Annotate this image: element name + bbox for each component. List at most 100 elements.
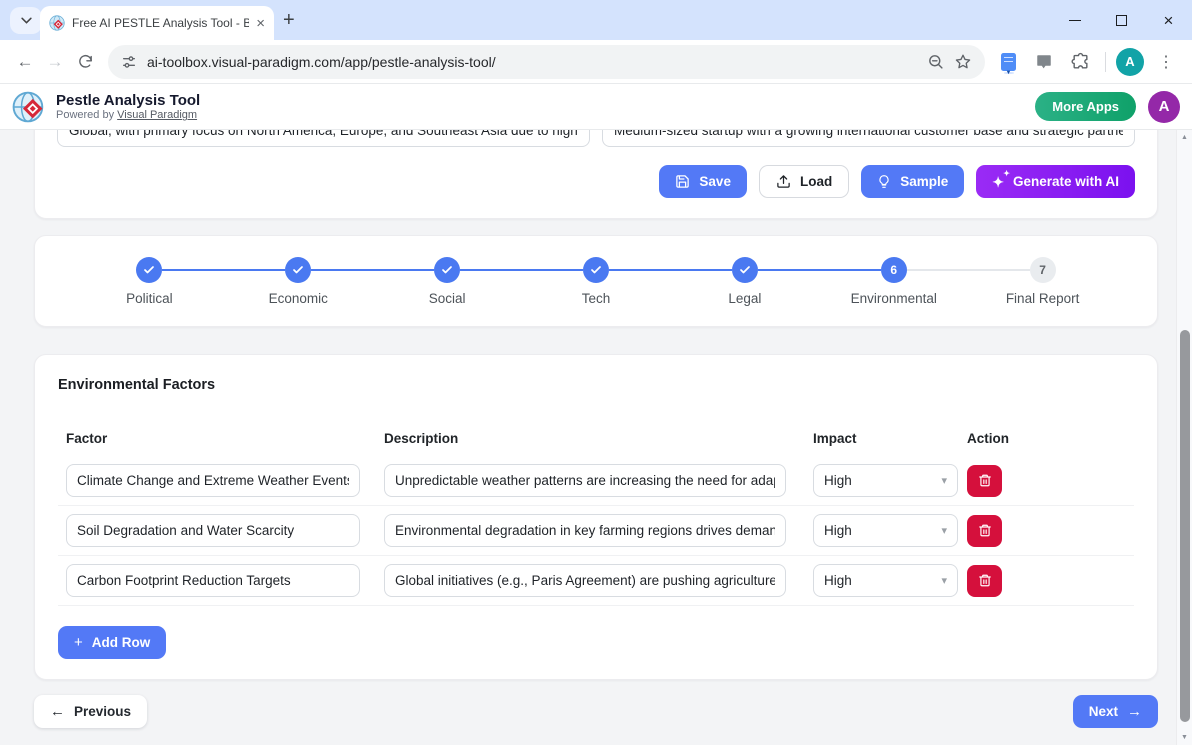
step-political[interactable]: Political <box>75 256 224 306</box>
delete-row-button[interactable] <box>967 564 1002 597</box>
back-icon[interactable]: ← <box>10 47 40 77</box>
delete-row-button[interactable] <box>967 514 1002 547</box>
load-button[interactable]: Load <box>758 165 850 198</box>
step-label: Social <box>428 290 466 306</box>
zoom-out-icon[interactable] <box>927 53 944 70</box>
column-description: Description <box>384 431 459 446</box>
step-number: 7 <box>1029 256 1056 283</box>
add-row-button[interactable]: + Add Row <box>58 626 167 659</box>
step-check-icon <box>731 256 758 283</box>
more-apps-button[interactable]: More Apps <box>1035 92 1136 121</box>
factor-input[interactable] <box>66 564 360 597</box>
step-final-report[interactable]: 7 Final Report <box>906 256 1117 306</box>
window-controls: × <box>1051 0 1192 40</box>
close-button[interactable]: × <box>1145 0 1192 40</box>
wizard-footer: ← Previous Next → <box>34 695 1158 728</box>
scrollbar-thumb[interactable] <box>1180 330 1190 722</box>
lightbulb-icon <box>879 175 889 188</box>
impact-value: High <box>824 523 852 538</box>
next-label: Next <box>1088 704 1118 719</box>
column-impact: Impact <box>813 431 857 446</box>
download-badge-icon: ▼ <box>1003 70 1014 76</box>
generate-with-ai-button[interactable]: ✦ ✦ Generate with AI <box>976 165 1135 198</box>
impact-value: High <box>824 473 852 488</box>
card-title: Environmental Factors <box>58 377 216 393</box>
tab-search-chevron-icon[interactable] <box>10 7 42 34</box>
tab-title: Free AI PESTLE Analysis Tool - B <box>72 16 250 30</box>
factor-input[interactable] <box>66 514 360 547</box>
plus-icon: + <box>74 634 83 651</box>
form-actions: Save Load Sample ✦ ✦ Generate with AI <box>57 165 1135 198</box>
scroll-down-icon[interactable]: ▼ <box>1177 734 1192 741</box>
step-label: Economic <box>268 290 328 306</box>
powered-by: Powered by Visual Paradigm <box>56 109 200 121</box>
save-button[interactable]: Save <box>659 165 747 198</box>
description-input[interactable] <box>384 464 786 497</box>
generate-label: Generate with AI <box>1012 174 1119 189</box>
step-environmental[interactable]: 6 Environmental <box>757 256 968 306</box>
step-social[interactable]: Social <box>311 256 522 306</box>
new-tab-button[interactable]: + <box>283 9 295 32</box>
account-avatar[interactable]: A <box>1148 90 1180 123</box>
tab-close-icon[interactable]: × <box>256 16 265 31</box>
sample-button[interactable]: Sample <box>861 165 965 198</box>
pestle-stepper: Political Economic Social Tech Legal 6 E… <box>75 256 1117 306</box>
step-tech[interactable]: Tech <box>460 256 671 306</box>
forward-icon[interactable]: → <box>40 47 70 77</box>
arrow-right-icon: → <box>1127 703 1142 720</box>
step-check-icon <box>285 256 312 283</box>
step-check-icon <box>136 256 163 283</box>
impact-value: High <box>824 573 852 588</box>
step-economic[interactable]: Economic <box>162 256 373 306</box>
step-label: Tech <box>581 290 611 306</box>
chevron-down-icon: ▾ <box>941 475 947 487</box>
impact-select[interactable]: High ▾ <box>813 564 958 597</box>
app-header: Pestle Analysis Tool Powered by Visual P… <box>0 84 1192 130</box>
main-content: Save Load Sample ✦✦ Generate with AI Pol… <box>0 130 1192 745</box>
extensions-puzzle-icon[interactable] <box>1065 47 1095 77</box>
reload-icon[interactable] <box>70 47 100 77</box>
step-check-icon <box>583 256 609 283</box>
site-settings-icon[interactable] <box>121 54 137 70</box>
browser-toolbar: ← → ai-toolbox.visual-paradigm.com/app/p… <box>0 40 1192 84</box>
sample-label: Sample <box>900 174 949 189</box>
delete-row-button[interactable] <box>967 464 1002 497</box>
maximize-button[interactable] <box>1098 0 1145 40</box>
visual-paradigm-logo[interactable] <box>12 90 46 124</box>
minimize-button[interactable] <box>1051 0 1098 40</box>
description-input[interactable] <box>384 564 786 597</box>
scroll-up-icon[interactable]: ▲ <box>1177 134 1192 141</box>
browser-tab[interactable]: Free AI PESTLE Analysis Tool - B × <box>40 6 274 40</box>
previous-button[interactable]: ← Previous <box>34 695 148 728</box>
step-check-icon <box>434 256 461 283</box>
next-button[interactable]: Next → <box>1072 695 1158 728</box>
browser-menu-icon[interactable]: ⋮ <box>1150 52 1182 72</box>
add-row-label: Add Row <box>91 635 151 650</box>
feedback-bubble-icon[interactable] <box>1029 47 1059 77</box>
column-action: Action <box>967 431 1009 446</box>
step-label: Political <box>126 290 173 306</box>
page-scrollbar[interactable]: ▲ ▼ <box>1176 130 1192 745</box>
url-text[interactable]: ai-toolbox.visual-paradigm.com/app/pestl… <box>147 54 917 70</box>
browser-titlebar: Free AI PESTLE Analysis Tool - B × + × <box>0 0 1192 40</box>
address-bar[interactable]: ai-toolbox.visual-paradigm.com/app/pestl… <box>108 44 985 79</box>
organization-size-input[interactable] <box>602 130 1135 147</box>
impact-select[interactable]: High ▾ <box>813 514 958 547</box>
trash-icon <box>978 474 991 487</box>
previous-label: Previous <box>74 704 132 719</box>
factor-input[interactable] <box>66 464 360 497</box>
geographical-scope-input[interactable] <box>57 130 590 147</box>
environmental-factors-card: Environmental Factors Factor Description… <box>34 354 1158 680</box>
stepper-card: Political Economic Social Tech Legal 6 E… <box>34 235 1158 327</box>
browser-profile-avatar[interactable]: A <box>1116 47 1144 76</box>
docs-offline-icon[interactable]: ▼ <box>993 47 1023 77</box>
save-icon <box>676 175 690 188</box>
bookmark-star-icon[interactable] <box>954 53 972 71</box>
step-legal[interactable]: Legal <box>609 256 819 306</box>
table-row: High ▾ <box>58 556 1134 606</box>
description-input[interactable] <box>384 514 786 547</box>
impact-select[interactable]: High ▾ <box>813 464 958 497</box>
step-label: Legal <box>728 290 762 306</box>
app-title: Pestle Analysis Tool <box>56 91 201 109</box>
visual-paradigm-link[interactable]: Visual Paradigm <box>117 109 197 121</box>
